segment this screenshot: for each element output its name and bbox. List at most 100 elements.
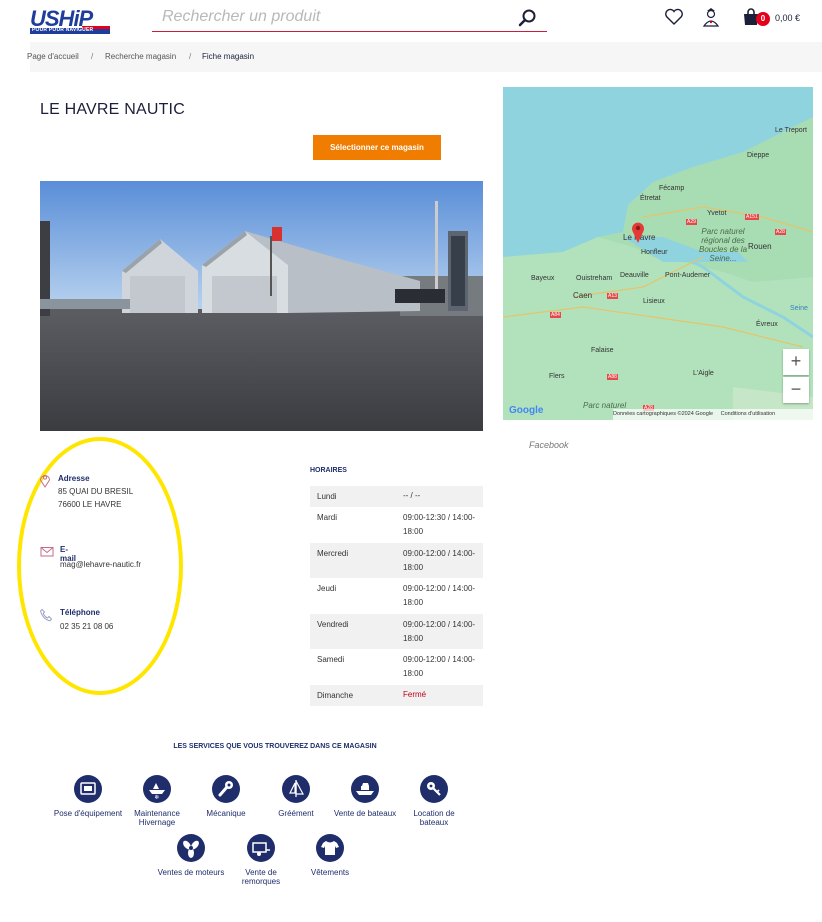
service-item[interactable]: Pose d'équipement: [53, 775, 123, 818]
hours-day: Dimanche: [317, 691, 354, 700]
google-logo: Google: [509, 405, 544, 416]
table-row: Lundi -- / --: [310, 486, 483, 507]
breadcrumb-current: Fiche magasin: [202, 52, 255, 61]
email-link[interactable]: mag@lehavre-nautic.fr: [60, 560, 141, 569]
map-label-le-treport: Le Treport: [775, 127, 807, 134]
hours-day: Lundi: [317, 492, 337, 501]
winter-boat-icon: ❄: [143, 775, 171, 803]
map-label-pont-audemer: Pont-Audemer: [665, 272, 711, 279]
wrench-icon: [212, 775, 240, 803]
map-road-a29: A29: [686, 219, 697, 225]
map-label-bayeux: Bayeux: [531, 275, 555, 282]
map-attribution: Données cartographiques ©2024 Google Con…: [613, 409, 813, 420]
map-road-a84: A84: [550, 312, 561, 318]
services-title: LES SERVICES QUE VOUS TROUVEREZ DANS CE …: [173, 743, 377, 750]
map-label-fecamp: Fécamp: [659, 185, 685, 192]
table-row: Samedi 09:00-12:00 / 14:00-18:00: [310, 649, 483, 685]
search-input[interactable]: [162, 6, 512, 28]
breadcrumb-separator: /: [91, 52, 94, 61]
page-title: LE HAVRE NAUTIC: [40, 101, 185, 118]
service-item[interactable]: Gréément: [261, 775, 331, 818]
service-label: Vêtements: [310, 868, 350, 877]
service-item[interactable]: Vente de bateaux: [330, 775, 400, 818]
map-label-seine: Seine: [790, 305, 808, 312]
map-road-a28: A28: [775, 229, 786, 235]
service-item[interactable]: Ventes de moteurs: [156, 834, 226, 877]
zoom-out-button[interactable]: −: [783, 377, 809, 403]
map-label-park-boucles: Parc naturel régional des Boucles de la …: [698, 227, 748, 263]
hours-time: Fermé: [403, 690, 427, 699]
service-item[interactable]: Vente de remorques: [226, 834, 296, 886]
location-pin-icon: [38, 472, 52, 488]
heart-icon[interactable]: [663, 6, 685, 28]
mail-icon: [40, 545, 54, 559]
hours-title: HORAIRES: [310, 467, 347, 474]
table-row: Jeudi 09:00-12:00 / 14:00-18:00: [310, 578, 483, 614]
map-label-deauville: Deauville: [620, 272, 649, 279]
breadcrumb-store-search[interactable]: Recherche magasin: [105, 52, 176, 61]
ushipp-logo[interactable]: USHiP POUR POUR NAVIGUER: [30, 6, 110, 34]
facebook-link[interactable]: Facebook: [529, 440, 569, 450]
search-icon[interactable]: [517, 7, 539, 29]
map-label-etretat: Étretat: [640, 195, 661, 202]
table-row: Mardi 09:00-12:30 / 14:00-18:00: [310, 507, 483, 543]
service-label: Vente de bateaux: [333, 809, 397, 818]
map-label-laigle: L'Aigle: [693, 370, 714, 377]
phone-title: Téléphone: [60, 608, 101, 617]
map-label-yvetot: Yvetot: [707, 210, 727, 217]
phone-number[interactable]: 02 35 21 08 06: [60, 622, 113, 631]
select-store-button[interactable]: Sélectionner ce magasin: [313, 135, 441, 160]
map-label-lisieux: Lisieux: [643, 298, 665, 305]
table-row: Dimanche Fermé: [310, 685, 483, 706]
breadcrumb-separator: /: [189, 52, 192, 61]
breadcrumb-home[interactable]: Page d'accueil: [27, 52, 79, 61]
cart-total: 0,00 €: [775, 13, 801, 23]
service-item[interactable]: Vêtements: [295, 834, 365, 877]
map-label-ouistreham: Ouistreham: [576, 275, 613, 282]
hours-day: Jeudi: [317, 584, 337, 593]
hours-table: Lundi -- / -- Mardi 09:00-12:30 / 14:00-…: [310, 486, 483, 706]
sail-icon: [282, 775, 310, 803]
store-photo: [40, 181, 483, 431]
table-row: Vendredi 09:00-12:00 / 14:00-18:00: [310, 614, 483, 649]
service-item[interactable]: Mécanique: [191, 775, 261, 818]
tshirt-icon: [316, 834, 344, 862]
equipment-icon: [74, 775, 102, 803]
service-item[interactable]: Location de bateaux: [399, 775, 469, 827]
key-icon: [420, 775, 448, 803]
map-label-dieppe: Dieppe: [747, 152, 770, 159]
map-label-evreux: Évreux: [756, 321, 778, 328]
hours-time: 09:00-12:00 / 14:00-18:00: [403, 584, 476, 607]
service-label: Vente de remorques: [241, 868, 281, 886]
hours-day: Mardi: [317, 513, 338, 522]
service-label: Ventes de moteurs: [157, 868, 225, 877]
propeller-icon: [177, 834, 205, 862]
map-pin-icon[interactable]: [631, 221, 645, 248]
breadcrumb: Page d'accueil / Recherche magasin / Fic…: [27, 42, 822, 72]
map-label-caen: Caen: [573, 291, 593, 300]
hours-day: Samedi: [317, 655, 345, 664]
trailer-icon: [247, 834, 275, 862]
hours-time: -- / --: [403, 491, 421, 500]
hours-day: Mercredi: [317, 549, 349, 558]
store-map[interactable]: Le Treport Dieppe Fécamp Étretat Yvetot …: [503, 87, 813, 420]
hours-time: 09:00-12:00 / 14:00-18:00: [403, 549, 476, 572]
map-label-flers: Flers: [549, 373, 565, 380]
hours-day: Vendredi: [317, 620, 349, 629]
service-label: Mécanique: [206, 809, 246, 818]
map-road-a13: A13: [607, 293, 618, 299]
zoom-in-button[interactable]: +: [783, 349, 809, 375]
boat-sale-icon: [351, 775, 379, 803]
search-bar: [152, 4, 547, 32]
map-label-honfleur: Honfleur: [641, 249, 668, 256]
account-sailor-icon[interactable]: [700, 6, 722, 28]
address-line-2: 76600 LE HAVRE: [58, 500, 122, 509]
map-data-credit[interactable]: Données cartographiques ©2024 Google: [613, 411, 713, 417]
map-terms-link[interactable]: Conditions d'utilisation: [721, 411, 776, 417]
hours-time: 09:00-12:00 / 14:00-18:00: [403, 655, 476, 678]
map-label-falaise: Falaise: [591, 347, 614, 354]
service-label: Maintenance Hivernage: [134, 809, 180, 827]
logo-tagline: POUR POUR NAVIGUER: [32, 27, 94, 33]
service-item[interactable]: ❄ Maintenance Hivernage: [122, 775, 192, 827]
map-road-a151: A151: [745, 214, 759, 220]
